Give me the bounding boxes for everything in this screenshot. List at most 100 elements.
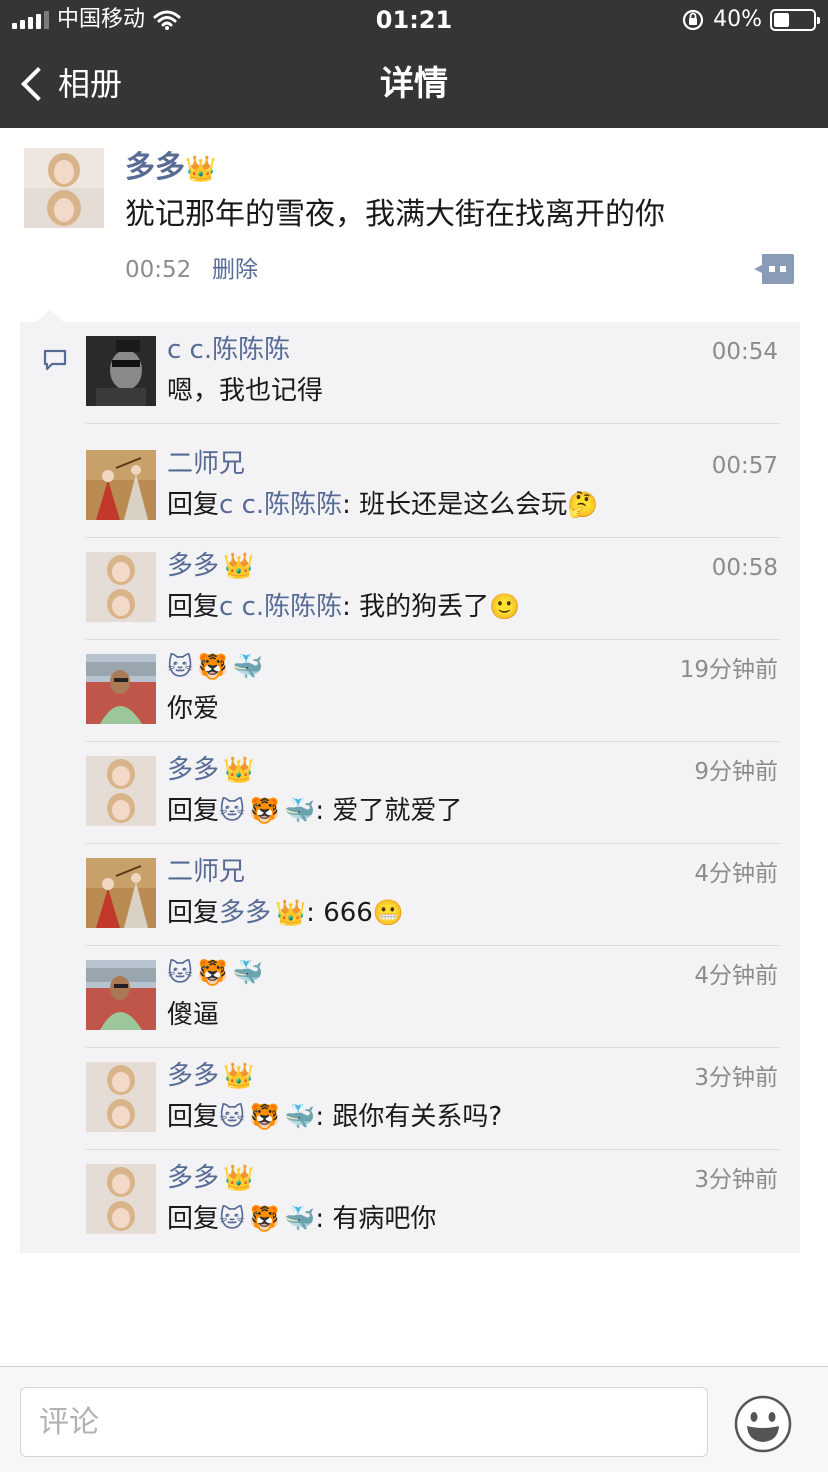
comment-input-bar: [0, 1366, 828, 1472]
comment-text: 回复 c c.陈陈陈 : 班长还是这么会玩 🤔: [167, 488, 598, 522]
comment-input[interactable]: [20, 1387, 708, 1457]
reply-target-text: c c.陈陈陈: [219, 490, 343, 520]
whale-icon: 🐳: [232, 958, 264, 987]
grinning-face-icon: 😬: [372, 898, 404, 927]
more-actions-icon[interactable]: [754, 254, 794, 284]
comment-text: 回复 🐱 🐯 🐳 : 爱了就爱了: [167, 794, 462, 828]
whale-icon: 🐳: [284, 796, 316, 825]
comment-body: : 有病吧你: [315, 1204, 437, 1234]
reply-target-text: 多多: [219, 898, 272, 928]
crown-icon: 👑: [223, 1163, 255, 1192]
comments-section: c c.陈陈陈 00:54 嗯，我也记得 二师兄 00:57 回复 c c.陈陈…: [20, 310, 800, 1253]
crown-icon: 👑: [223, 755, 255, 784]
status-bar: 中国移动 01:21 40%: [0, 0, 828, 40]
post-author-name: 多多: [125, 150, 185, 185]
page-title: 详情: [380, 64, 448, 104]
comment-item[interactable]: 多多 👑 3分钟前 回复 🐱 🐯 🐳 : 有病吧你: [86, 1150, 780, 1252]
whale-icon: 🐳: [284, 1204, 316, 1233]
comment-time: 4分钟前: [694, 861, 778, 887]
comment-body: : 666: [306, 898, 373, 928]
comment-item[interactable]: 多多 👑 00:58 回复 c c.陈陈陈 : 我的狗丢了 🙂: [86, 538, 780, 640]
moment-post: 多多👑 犹记那年的雪夜，我满大街在找离开的你 00:52 删除: [0, 128, 828, 308]
comment-time: 4分钟前: [694, 963, 778, 989]
cat-face-icon: 🐱: [219, 1204, 246, 1233]
author-avatar[interactable]: [24, 148, 104, 228]
commenter-name[interactable]: 多多 👑: [167, 754, 254, 786]
comment-item[interactable]: 🐱 🐯 🐳 19分钟前 你爱: [86, 640, 780, 742]
comment-time: 00:58: [711, 555, 778, 581]
post-text: 犹记那年的雪夜，我满大街在找离开的你: [125, 197, 665, 232]
commenter-name[interactable]: 二师兄: [167, 856, 245, 888]
reply-target-name[interactable]: 🐱 🐯 🐳: [219, 1204, 315, 1234]
comment-time: 3分钟前: [694, 1065, 778, 1091]
cat-face-icon: 🐱: [219, 796, 246, 825]
whale-icon: 🐳: [284, 1102, 316, 1131]
post-time: 00:52: [125, 257, 192, 283]
comment-item[interactable]: 多多 👑 9分钟前 回复 🐱 🐯 🐳 : 爱了就爱了: [86, 742, 780, 844]
comment-text: 嗯，我也记得: [167, 374, 323, 408]
commenter-name[interactable]: 🐱 🐯 🐳: [167, 958, 263, 988]
post-author[interactable]: 多多👑: [125, 150, 216, 186]
commenter-avatar[interactable]: [86, 450, 156, 520]
whale-icon: 🐳: [232, 652, 264, 681]
commenter-avatar[interactable]: [86, 960, 156, 1030]
comment-time: 3分钟前: [694, 1167, 778, 1193]
commenter-name[interactable]: 二师兄: [167, 448, 245, 480]
commenter-name[interactable]: 多多 👑: [167, 1162, 254, 1194]
comment-text: 回复 🐱 🐯 🐳 : 有病吧你: [167, 1202, 436, 1236]
reply-prefix: 回复: [167, 592, 220, 622]
commenter-avatar[interactable]: [86, 336, 156, 406]
commenter-avatar[interactable]: [86, 1062, 156, 1132]
battery-icon: [770, 9, 820, 31]
comment-time: 00:54: [711, 339, 778, 365]
comment-text: 你爱: [167, 692, 219, 726]
comment-body: : 跟你有关系吗?: [315, 1102, 503, 1132]
commenter-avatar[interactable]: [86, 552, 156, 622]
reply-prefix: 回复: [167, 490, 220, 520]
comment-body: : 班长还是这么会玩: [342, 490, 568, 520]
comment-item[interactable]: 二师兄 00:57 回复 c c.陈陈陈 : 班长还是这么会玩 🤔: [86, 436, 780, 538]
reply-target-name[interactable]: c c.陈陈陈: [219, 488, 342, 522]
comment-text: 傻逼: [167, 998, 219, 1032]
thinking-face-icon: 🤔: [567, 490, 599, 519]
comment-item[interactable]: 二师兄 4分钟前 回复 多多 👑 : 666 😬: [86, 844, 780, 946]
commenter-name[interactable]: 🐱 🐯 🐳: [167, 652, 263, 682]
reply-target-name[interactable]: 🐱 🐯 🐳: [219, 1102, 315, 1132]
comment-item[interactable]: 多多 👑 3分钟前 回复 🐱 🐯 🐳 : 跟你有关系吗?: [86, 1048, 780, 1150]
commenter-name[interactable]: 多多 👑: [167, 550, 254, 582]
comment-text: 回复 🐱 🐯 🐳 : 跟你有关系吗?: [167, 1100, 502, 1134]
comments-pointer: [36, 310, 64, 322]
commenter-name-text: 二师兄: [167, 857, 246, 887]
smiling-face-icon: 🙂: [489, 592, 521, 621]
commenter-avatar[interactable]: [86, 654, 156, 724]
reply-target-name[interactable]: 多多 👑: [219, 896, 306, 930]
reply-prefix: 回复: [167, 796, 220, 826]
comment-body: 你爱: [167, 694, 220, 724]
commenter-name-text: 二师兄: [167, 449, 246, 479]
comment-body: : 爱了就爱了: [315, 796, 463, 826]
commenter-avatar[interactable]: [86, 756, 156, 826]
commenter-name-text: 多多: [167, 1061, 220, 1091]
battery-percent: 40%: [713, 7, 762, 32]
reply-target-name[interactable]: c c.陈陈陈: [219, 590, 342, 624]
comment-item[interactable]: c c.陈陈陈 00:54 嗯，我也记得: [86, 322, 780, 424]
comment-item[interactable]: 🐱 🐯 🐳 4分钟前 傻逼: [86, 946, 780, 1048]
commenter-name-text: c c.陈陈陈: [167, 335, 291, 365]
delete-link[interactable]: 删除: [212, 256, 258, 284]
commenter-avatar[interactable]: [86, 1164, 156, 1234]
reply-prefix: 回复: [167, 898, 220, 928]
divider: [86, 423, 780, 424]
crown-icon: 👑: [185, 154, 217, 183]
crown-icon: 👑: [223, 1061, 255, 1090]
tiger-face-icon: 🐯: [249, 796, 281, 825]
reply-target-name[interactable]: 🐱 🐯 🐳: [219, 796, 315, 826]
commenter-name[interactable]: c c.陈陈陈: [167, 334, 290, 366]
emoji-face-icon[interactable]: [734, 1395, 792, 1453]
commenter-name[interactable]: 多多 👑: [167, 1060, 254, 1092]
comment-time: 19分钟前: [679, 657, 778, 683]
crown-icon: 👑: [223, 551, 255, 580]
tiger-face-icon: 🐯: [197, 652, 229, 681]
commenter-avatar[interactable]: [86, 858, 156, 928]
comment-time: 9分钟前: [694, 759, 778, 785]
comment-text: 回复 多多 👑 : 666 😬: [167, 896, 404, 930]
